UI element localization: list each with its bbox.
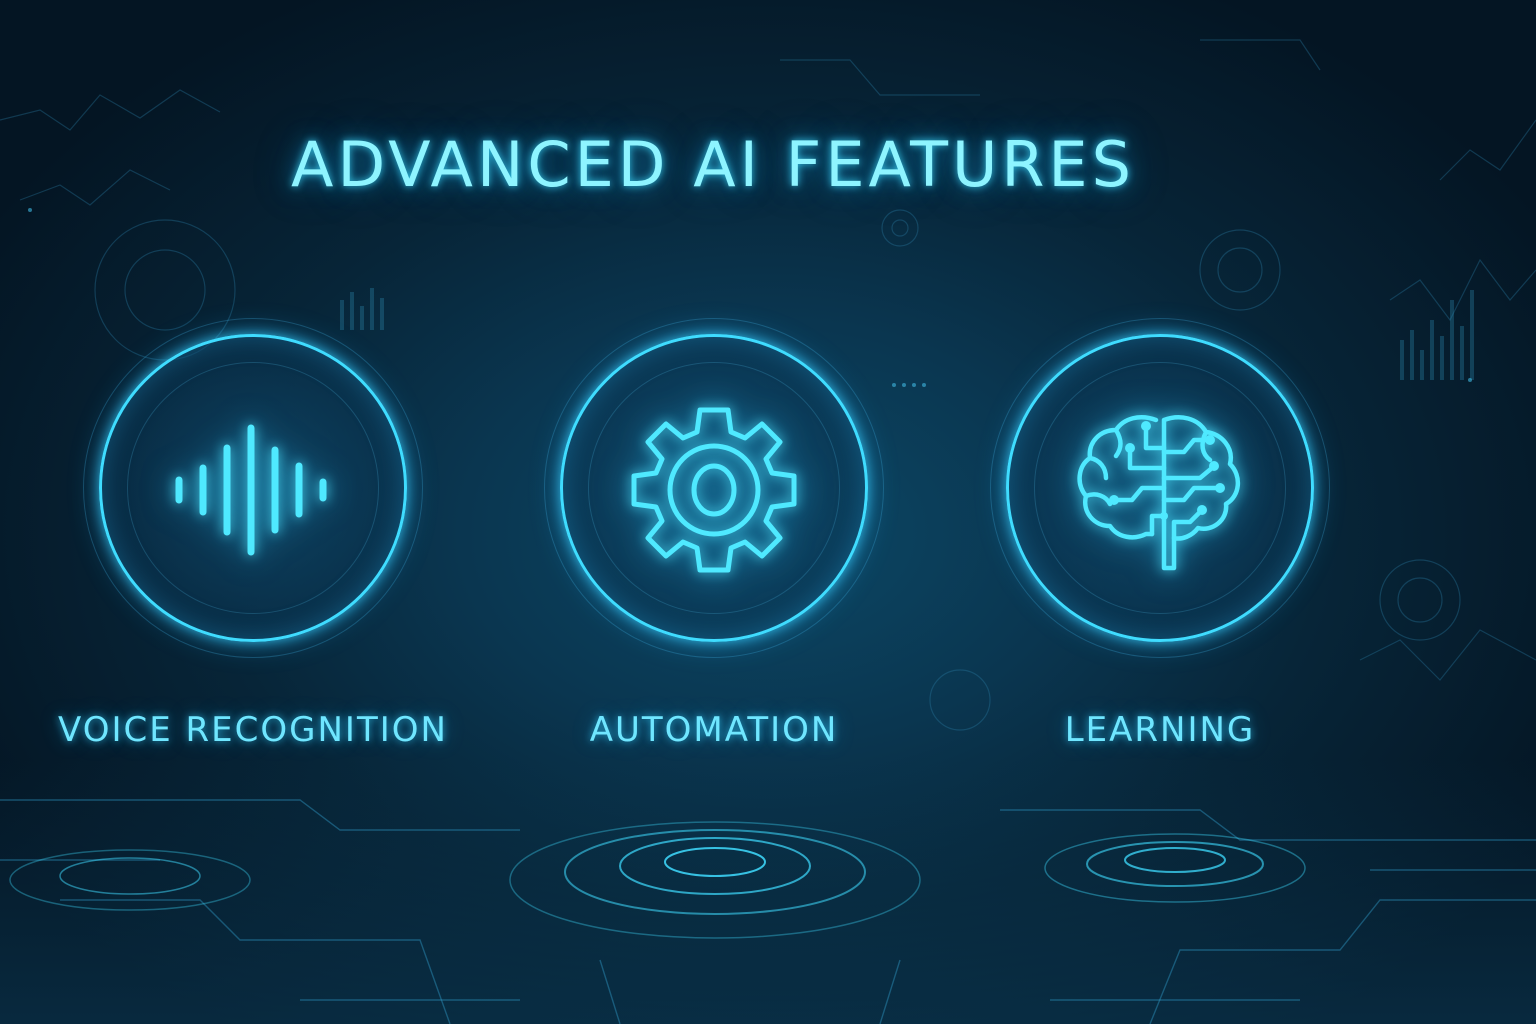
feature-label: VOICE RECOGNITION: [58, 710, 448, 750]
feature-label: AUTOMATION: [589, 710, 839, 750]
feature-automation: AUTOMATION: [544, 318, 884, 778]
sound-wave-icon: [175, 424, 327, 556]
page-title: ADVANCED AI FEATURES: [291, 128, 1135, 201]
gear-icon: [631, 407, 797, 573]
feature-label: LEARNING: [1064, 710, 1256, 750]
feature-voice-recognition: VOICE RECOGNITION: [58, 318, 446, 778]
feature-learning: LEARNING: [990, 318, 1330, 778]
hero-banner: ADVANCED AI FEATURES VOICE RECOGNITION A…: [0, 0, 1536, 1024]
brain-circuit-icon: [1077, 415, 1240, 571]
